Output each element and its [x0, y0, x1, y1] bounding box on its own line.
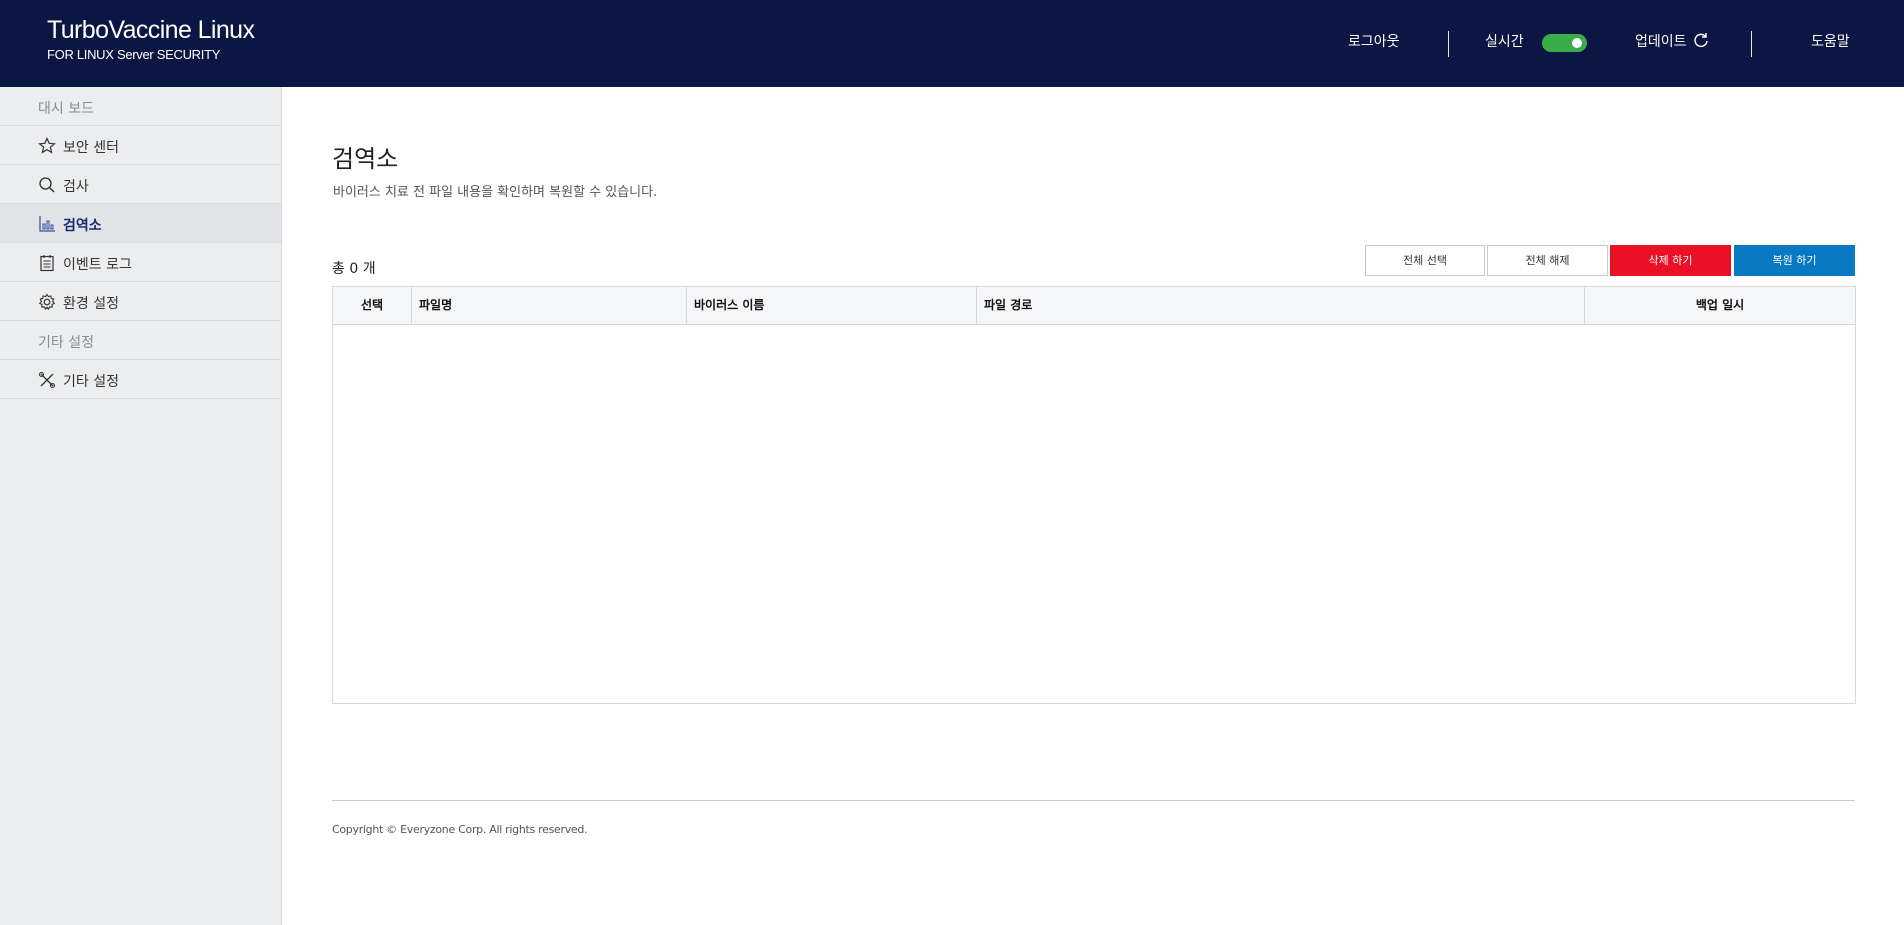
sidebar-item-other-settings[interactable]: 기타 설정 [0, 360, 281, 399]
chart-icon [39, 216, 55, 232]
deselect-all-button[interactable]: 전체 해제 [1487, 245, 1608, 276]
column-header-filename[interactable]: 파일명 [412, 287, 687, 324]
sidebar-item-label: 환경 설정 [63, 296, 119, 312]
table-body [333, 325, 1855, 703]
realtime-label: 실시간 [1485, 34, 1524, 50]
sidebar-group-other: 기타 설정 [0, 321, 281, 360]
copyright-text: Copyright © Everyzone Corp. All rights r… [332, 823, 588, 836]
brand-title: TurboVaccine Linux [47, 16, 255, 44]
quarantine-table: 선택 파일명 바이러스 이름 파일 경로 백업 일시 [332, 286, 1856, 704]
footer-divider [332, 800, 1855, 801]
toggle-knob [1572, 38, 1582, 48]
column-header-backup-time[interactable]: 백업 일시 [1585, 287, 1855, 324]
select-all-button[interactable]: 전체 선택 [1365, 245, 1485, 276]
brand-logo: TurboVaccine Linux FOR LINUX Server SECU… [47, 16, 255, 62]
page-title: 검역소 [332, 145, 399, 173]
tools-icon [38, 371, 56, 389]
sidebar-item-preferences[interactable]: 환경 설정 [0, 282, 281, 321]
top-header: TurboVaccine Linux FOR LINUX Server SECU… [0, 0, 1904, 87]
page-description: 바이러스 치료 전 파일 내용을 확인하며 복원할 수 있습니다. [333, 185, 658, 200]
sidebar-item-label: 기타 설정 [63, 374, 119, 390]
brand-subtitle: FOR LINUX Server SECURITY [47, 47, 221, 62]
column-header-virus-name[interactable]: 바이러스 이름 [687, 287, 977, 324]
refresh-icon[interactable] [1692, 31, 1710, 49]
sidebar-item-quarantine[interactable]: 검역소 [0, 204, 281, 243]
sidebar: 대시 보드 보안 센터 검사 검역소 이벤트 로그 환경 설정 기타 설정 기타… [0, 87, 282, 925]
sidebar-item-security-center[interactable]: 보안 센터 [0, 126, 281, 165]
logout-link[interactable]: 로그아웃 [1348, 31, 1400, 51]
sidebar-item-label: 검역소 [63, 218, 102, 234]
total-count: 총 0 개 [332, 261, 376, 277]
gear-icon [38, 293, 56, 311]
delete-button[interactable]: 삭제 하기 [1610, 245, 1731, 276]
update-link[interactable]: 업데이트 [1635, 31, 1687, 51]
column-header-select[interactable]: 선택 [333, 287, 412, 324]
restore-button[interactable]: 복원 하기 [1734, 245, 1855, 276]
sidebar-group-dashboard: 대시 보드 [0, 87, 281, 126]
sidebar-item-label: 검사 [63, 179, 89, 195]
sidebar-item-label: 보안 센터 [63, 140, 119, 156]
table-header: 선택 파일명 바이러스 이름 파일 경로 백업 일시 [333, 287, 1855, 325]
column-header-file-path[interactable]: 파일 경로 [977, 287, 1585, 324]
header-divider [1751, 31, 1752, 57]
search-icon [39, 177, 55, 193]
realtime-toggle[interactable] [1542, 34, 1587, 52]
sidebar-item-scan[interactable]: 검사 [0, 165, 281, 204]
clipboard-icon [40, 255, 54, 272]
sidebar-item-label: 이벤트 로그 [63, 257, 132, 273]
star-icon [38, 137, 56, 154]
header-divider [1448, 31, 1449, 57]
help-link[interactable]: 도움말 [1811, 31, 1850, 51]
sidebar-item-event-log[interactable]: 이벤트 로그 [0, 243, 281, 282]
